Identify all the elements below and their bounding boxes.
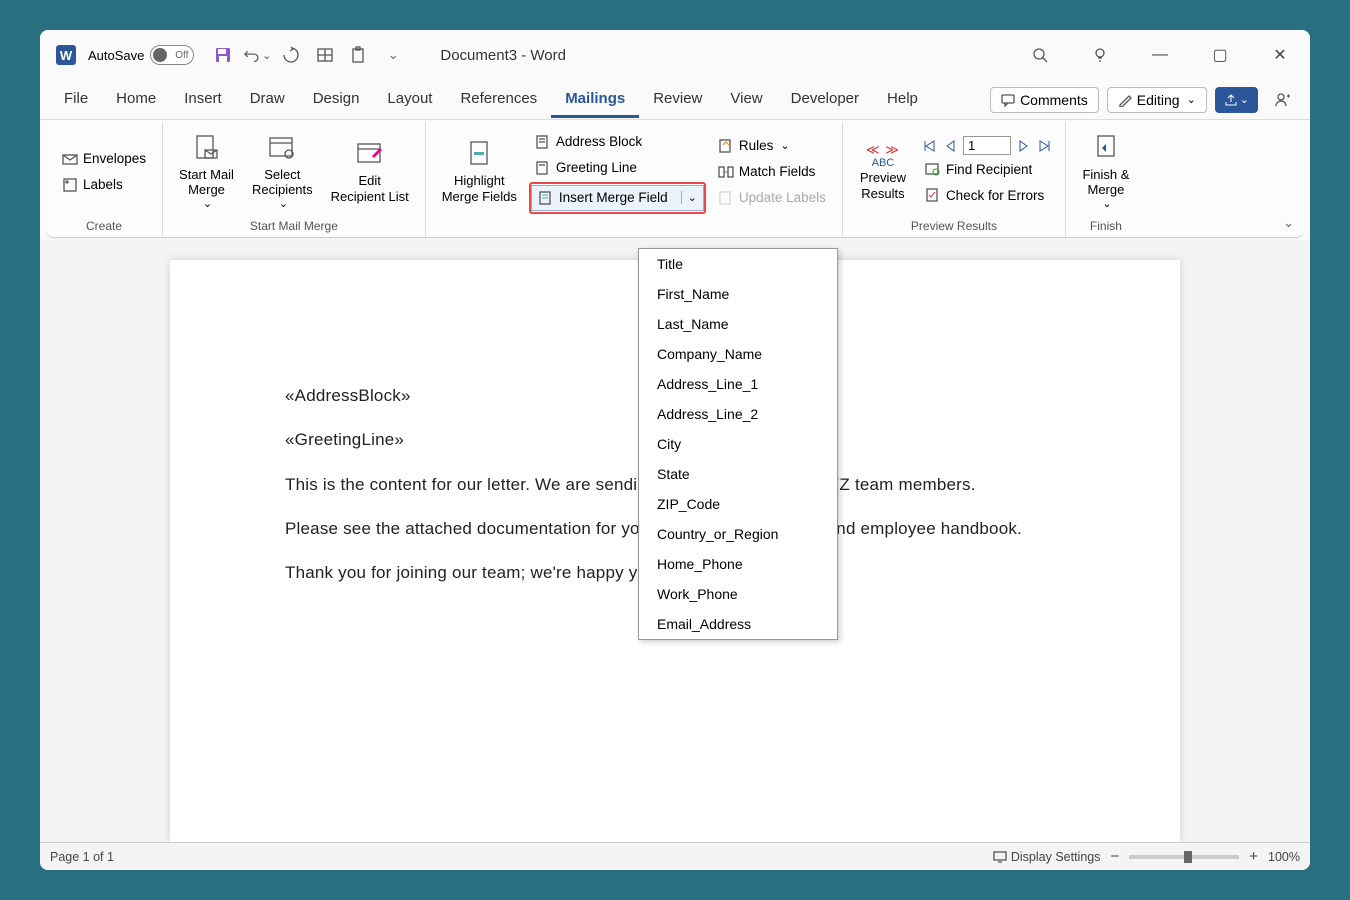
group-label: Start Mail Merge xyxy=(250,217,338,235)
save-icon[interactable] xyxy=(209,41,237,69)
merge-field-item[interactable]: Country_or_Region xyxy=(639,519,837,549)
redo-icon[interactable] xyxy=(277,41,305,69)
last-record-icon[interactable] xyxy=(1035,138,1055,154)
word-app-icon: W xyxy=(56,45,76,65)
prev-record-icon[interactable] xyxy=(941,138,961,154)
word-window: W AutoSave Off ⌄ ⌄ Document3 - Word — ▢ … xyxy=(40,30,1310,870)
person-icon[interactable] xyxy=(1269,86,1297,114)
titlebar: W AutoSave Off ⌄ ⌄ Document3 - Word — ▢ … xyxy=(40,30,1310,80)
tab-design[interactable]: Design xyxy=(299,82,374,118)
merge-field-item[interactable]: Company_Name xyxy=(639,339,837,369)
tab-view[interactable]: View xyxy=(716,82,776,118)
zoom-in-button[interactable]: + xyxy=(1249,848,1258,865)
group-label: Finish xyxy=(1090,217,1122,235)
group-finish: Finish & Merge⌄ Finish xyxy=(1066,122,1146,237)
toggle-state: Off xyxy=(175,50,188,61)
labels-button[interactable]: Labels xyxy=(56,173,152,197)
group-write-insert: Highlight Merge Fields Address Block Gre… xyxy=(426,122,843,237)
zoom-slider[interactable] xyxy=(1129,855,1239,859)
start-mail-merge-button[interactable]: Start Mail Merge⌄ xyxy=(173,128,240,215)
group-start-mail-merge: Start Mail Merge⌄ Select Recipients⌄ Edi… xyxy=(163,122,426,237)
collapse-ribbon-icon[interactable]: ⌄ xyxy=(1283,215,1294,231)
ribbon-tabs: FileHomeInsertDrawDesignLayoutReferences… xyxy=(40,80,1310,120)
insert-merge-field-button[interactable]: Insert Merge Field⌄ xyxy=(531,185,704,211)
group-preview-results: ≪ ≫ABCPreview Results Find Recipient Che… xyxy=(843,122,1066,237)
tab-developer[interactable]: Developer xyxy=(777,82,873,118)
qat-customize-icon[interactable]: ⌄ xyxy=(379,41,407,69)
tab-references[interactable]: References xyxy=(446,82,551,118)
autosave-toggle[interactable]: AutoSave Off xyxy=(88,45,194,65)
share-button[interactable]: ⌄ xyxy=(1215,87,1258,113)
tab-file[interactable]: File xyxy=(50,82,102,118)
select-recipients-button[interactable]: Select Recipients⌄ xyxy=(246,128,319,215)
tab-mailings[interactable]: Mailings xyxy=(551,82,639,118)
merge-field-item[interactable]: Address_Line_1 xyxy=(639,369,837,399)
preview-results-button[interactable]: ≪ ≫ABCPreview Results xyxy=(853,138,913,206)
editing-mode-button[interactable]: Editing⌄ xyxy=(1107,87,1207,113)
envelopes-button[interactable]: Envelopes xyxy=(56,147,152,171)
close-button[interactable]: ✕ xyxy=(1260,40,1300,70)
zoom-thumb[interactable] xyxy=(1184,851,1192,863)
comments-button[interactable]: Comments xyxy=(990,87,1099,113)
merge-field-item[interactable]: Work_Phone xyxy=(639,579,837,609)
rules-button[interactable]: Rules⌄ xyxy=(712,134,832,158)
merge-field-item[interactable]: Last_Name xyxy=(639,309,837,339)
match-fields-button[interactable]: Match Fields xyxy=(712,160,832,184)
search-icon[interactable] xyxy=(1020,40,1060,70)
tab-home[interactable]: Home xyxy=(102,82,170,118)
display-settings-button[interactable]: Display Settings xyxy=(993,850,1101,864)
page-indicator[interactable]: Page 1 of 1 xyxy=(50,850,114,864)
lightbulb-icon[interactable] xyxy=(1080,40,1120,70)
update-labels-button: Update Labels xyxy=(712,186,832,210)
zoom-out-button[interactable]: − xyxy=(1110,848,1119,865)
group-create: Envelopes Labels Create xyxy=(46,122,163,237)
merge-field-item[interactable]: ZIP_Code xyxy=(639,489,837,519)
merge-field-item[interactable]: Title xyxy=(639,249,837,279)
paste-icon[interactable] xyxy=(345,41,373,69)
group-label: Preview Results xyxy=(911,217,997,235)
table-icon[interactable] xyxy=(311,41,339,69)
insert-merge-field-dropdown: TitleFirst_NameLast_NameCompany_NameAddr… xyxy=(638,248,838,640)
tab-help[interactable]: Help xyxy=(873,82,932,118)
edit-recipient-list-button[interactable]: Edit Recipient List xyxy=(325,134,415,208)
next-record-icon[interactable] xyxy=(1013,138,1033,154)
record-number-input[interactable] xyxy=(963,136,1011,155)
address-block-button[interactable]: Address Block xyxy=(529,130,706,154)
minimize-button[interactable]: — xyxy=(1140,40,1180,70)
check-errors-button[interactable]: Check for Errors xyxy=(919,183,1055,207)
autosave-label: AutoSave xyxy=(88,48,144,63)
maximize-button[interactable]: ▢ xyxy=(1200,40,1240,70)
merge-field-item[interactable]: Address_Line_2 xyxy=(639,399,837,429)
undo-icon[interactable]: ⌄ xyxy=(243,41,271,69)
highlight-merge-fields-button[interactable]: Highlight Merge Fields xyxy=(436,134,523,208)
greeting-line-button[interactable]: Greeting Line xyxy=(529,156,706,180)
first-record-icon[interactable] xyxy=(919,138,939,154)
statusbar: Page 1 of 1 Display Settings − + 100% xyxy=(40,842,1310,870)
zoom-level[interactable]: 100% xyxy=(1268,850,1300,864)
toggle-switch[interactable]: Off xyxy=(150,45,194,65)
toggle-knob xyxy=(153,48,167,62)
document-title: Document3 - Word xyxy=(440,47,566,64)
group-label xyxy=(632,217,635,235)
tab-review[interactable]: Review xyxy=(639,82,716,118)
group-label: Create xyxy=(86,217,122,235)
merge-field-item[interactable]: State xyxy=(639,459,837,489)
merge-field-item[interactable]: First_Name xyxy=(639,279,837,309)
merge-field-item[interactable]: Email_Address xyxy=(639,609,837,639)
merge-field-item[interactable]: Home_Phone xyxy=(639,549,837,579)
find-recipient-button[interactable]: Find Recipient xyxy=(919,157,1055,181)
tab-layout[interactable]: Layout xyxy=(373,82,446,118)
finish-merge-button[interactable]: Finish & Merge⌄ xyxy=(1076,128,1136,215)
ribbon: Envelopes Labels Create Start Mail Merge… xyxy=(46,122,1304,238)
tab-insert[interactable]: Insert xyxy=(170,82,236,118)
merge-field-item[interactable]: City xyxy=(639,429,837,459)
tab-draw[interactable]: Draw xyxy=(236,82,299,118)
